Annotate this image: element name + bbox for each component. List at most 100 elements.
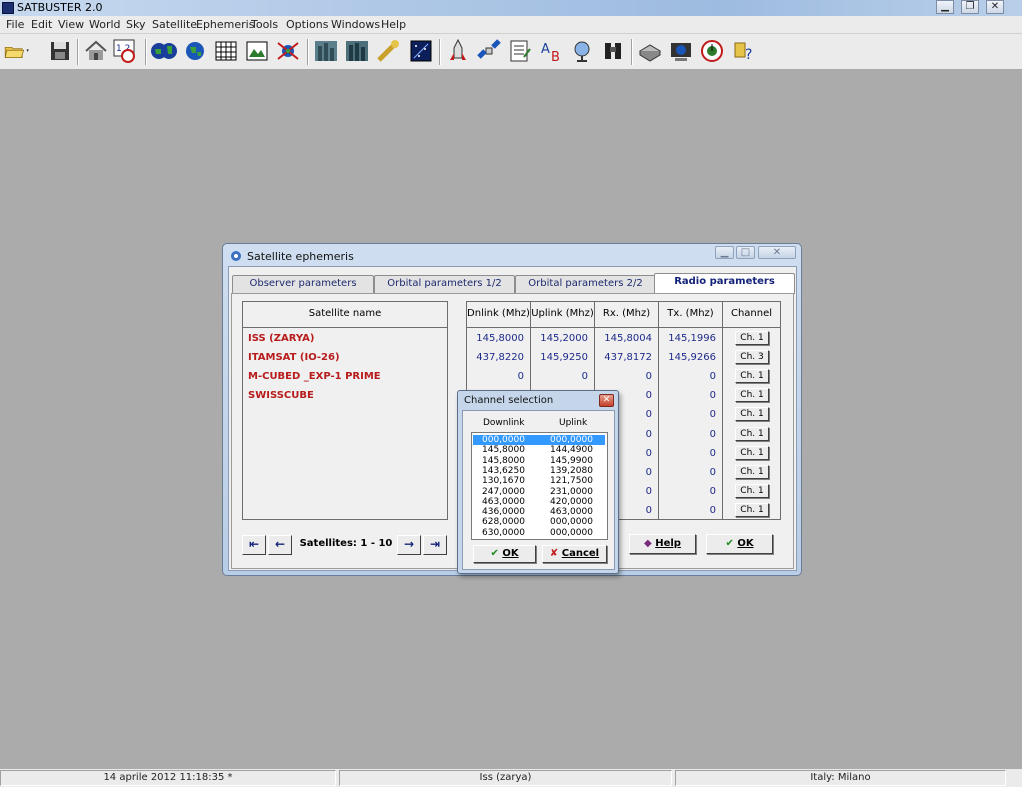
first-page-button[interactable]: ⇤ [242, 535, 266, 555]
world-map-icon[interactable] [150, 37, 178, 65]
menu-ephemeris[interactable]: Ephemeris [196, 18, 254, 31]
tab-orbital-parameters-2[interactable]: Orbital parameters 2/2 [515, 275, 656, 293]
channel-button[interactable]: Ch. 1 [735, 446, 769, 460]
channel-list-item[interactable]: 000,0000 000,0000 [473, 435, 605, 445]
title-bar: SATBUSTER 2.0 ▁ ❐ ✕ [0, 0, 1022, 16]
toolbar-separator [145, 39, 147, 65]
satellite-icon[interactable] [475, 37, 503, 65]
tx-cell: 0 [709, 467, 716, 478]
toolbar-separator [307, 39, 309, 65]
menu-tools[interactable]: Tools [251, 18, 278, 31]
rx-cell: 0 [645, 429, 652, 440]
cross-icon: ✘ [549, 548, 559, 559]
dialog-minimize-button[interactable]: ▁ [715, 246, 734, 259]
channel-button[interactable]: Ch. 1 [735, 484, 769, 498]
tx-cell: 0 [709, 390, 716, 401]
check-icon: ✔ [490, 548, 499, 559]
help-button[interactable]: ◆ Help [629, 534, 696, 554]
menu-sky[interactable]: Sky [126, 18, 145, 31]
channel-uplink-value: 000,0000 [550, 527, 593, 538]
status-bar: 14 aprile 2012 11:18:35 * Iss (zarya) It… [0, 769, 1022, 787]
satellite-network-icon[interactable] [274, 37, 302, 65]
monitor-globe-icon[interactable] [667, 37, 695, 65]
satellite-navigation: ⇤ ← Satellites: 1 - 10 → ⇥ [242, 535, 448, 557]
channel-list-item[interactable]: 628,0000 000,0000 [473, 517, 605, 527]
channel-ok-button[interactable]: ✔ OK [473, 545, 536, 563]
channel-list-item[interactable]: 436,0000 463,0000 [473, 507, 605, 517]
star-field-icon[interactable] [407, 37, 435, 65]
channel-button[interactable]: Ch. 1 [735, 331, 769, 345]
satellite-row[interactable]: ITAMSAT (IO-26) [248, 352, 340, 363]
channel-list-item[interactable]: 630,0000 000,0000 [473, 528, 605, 538]
clock-globe-icon[interactable] [698, 37, 726, 65]
channel-list-item[interactable]: 143,6250 139,2080 [473, 466, 605, 476]
channel-cancel-button[interactable]: ✘ Cancel [542, 545, 607, 563]
minimize-button[interactable]: ▁ [936, 0, 954, 14]
channel-selection-dialog: Channel selection ✕ Downlink Uplink 000,… [457, 390, 619, 574]
tab-observer-parameters[interactable]: Observer parameters [232, 275, 374, 293]
channel-list-item[interactable]: 145,8000 145,9900 [473, 456, 605, 466]
previous-page-button[interactable]: ← [268, 535, 292, 555]
channel-downlink-value: 145,8000 [482, 445, 525, 456]
dialog-close-button[interactable]: ✕ [758, 246, 796, 259]
printer-icon[interactable] [636, 37, 664, 65]
channel-downlink-value: 628,0000 [482, 517, 525, 528]
font-ab-icon[interactable]: AB [537, 37, 565, 65]
restore-button[interactable]: ❐ [961, 0, 979, 14]
channel-button[interactable]: Ch. 1 [735, 503, 769, 517]
map-chart-icon[interactable] [243, 37, 271, 65]
satellite-row[interactable]: M-CUBED _EXP-1 PRIME [248, 371, 381, 382]
grid-icon[interactable] [212, 37, 240, 65]
satellite-row[interactable]: ISS (ZARYA) [248, 333, 314, 344]
close-button[interactable]: ✕ [986, 0, 1004, 14]
tab-radio-parameters[interactable]: Radio parameters [654, 273, 795, 294]
notepad-icon[interactable] [506, 37, 534, 65]
home-icon[interactable] [82, 37, 110, 65]
city-night-icon[interactable] [343, 37, 371, 65]
channel-uplink-value: 121,7500 [550, 476, 593, 487]
channel-button[interactable]: Ch. 1 [735, 369, 769, 383]
channel-list-item[interactable]: 145,8000 144,4900 [473, 445, 605, 455]
menu-world[interactable]: World [89, 18, 121, 31]
column-header-tx: Tx. (Mhz) [659, 302, 723, 328]
tx-cell: 0 [709, 486, 716, 497]
menu-help[interactable]: Help [381, 18, 406, 31]
channel-uplink-value: 420,0000 [550, 496, 593, 507]
binoculars-icon[interactable] [599, 37, 627, 65]
channel-button[interactable]: Ch. 3 [735, 350, 769, 364]
help-pointer-icon[interactable]: ? [729, 37, 757, 65]
toolbar-separator [77, 39, 79, 65]
save-icon[interactable] [46, 37, 74, 65]
globe-stand-icon[interactable] [568, 37, 596, 65]
menu-view[interactable]: View [58, 18, 84, 31]
column-divider [722, 328, 723, 519]
channel-selection-close-button[interactable]: ✕ [599, 394, 614, 407]
globe-icon[interactable] [181, 37, 209, 65]
menu-edit[interactable]: Edit [31, 18, 52, 31]
tab-orbital-parameters-1[interactable]: Orbital parameters 1/2 [374, 275, 515, 293]
dialog-maximize-button[interactable]: □ [736, 246, 755, 259]
channel-button[interactable]: Ch. 1 [735, 465, 769, 479]
rx-cell: 145,8004 [604, 333, 652, 344]
open-folder-icon[interactable] [3, 37, 41, 65]
channel-list-item[interactable]: 247,0000 231,0000 [473, 487, 605, 497]
next-page-button[interactable]: → [397, 535, 421, 555]
channel-list-item[interactable]: 130,1670 121,7500 [473, 476, 605, 486]
ok-button[interactable]: ✔ OK [706, 534, 773, 554]
channel-button[interactable]: Ch. 1 [735, 407, 769, 421]
menu-satellite[interactable]: Satellite [152, 18, 197, 31]
channel-downlink-value: 436,0000 [482, 507, 525, 518]
channel-button[interactable]: Ch. 1 [735, 427, 769, 441]
city-icon[interactable] [312, 37, 340, 65]
satellite-row[interactable]: SWISSCUBE [248, 390, 314, 401]
calendar-clock-icon[interactable]: 1 2 [111, 37, 139, 65]
rocket-icon[interactable] [444, 37, 472, 65]
comet-icon[interactable] [374, 37, 402, 65]
channel-list-item[interactable]: 463,0000 420,0000 [473, 497, 605, 507]
channel-list[interactable]: 000,0000 000,0000 145,8000 144,4900 145,8000… [471, 432, 608, 540]
last-page-button[interactable]: ⇥ [423, 535, 447, 555]
channel-button[interactable]: Ch. 1 [735, 388, 769, 402]
menu-options[interactable]: Options [286, 18, 328, 31]
menu-file[interactable]: File [6, 18, 24, 31]
menu-windows[interactable]: Windows [331, 18, 380, 31]
